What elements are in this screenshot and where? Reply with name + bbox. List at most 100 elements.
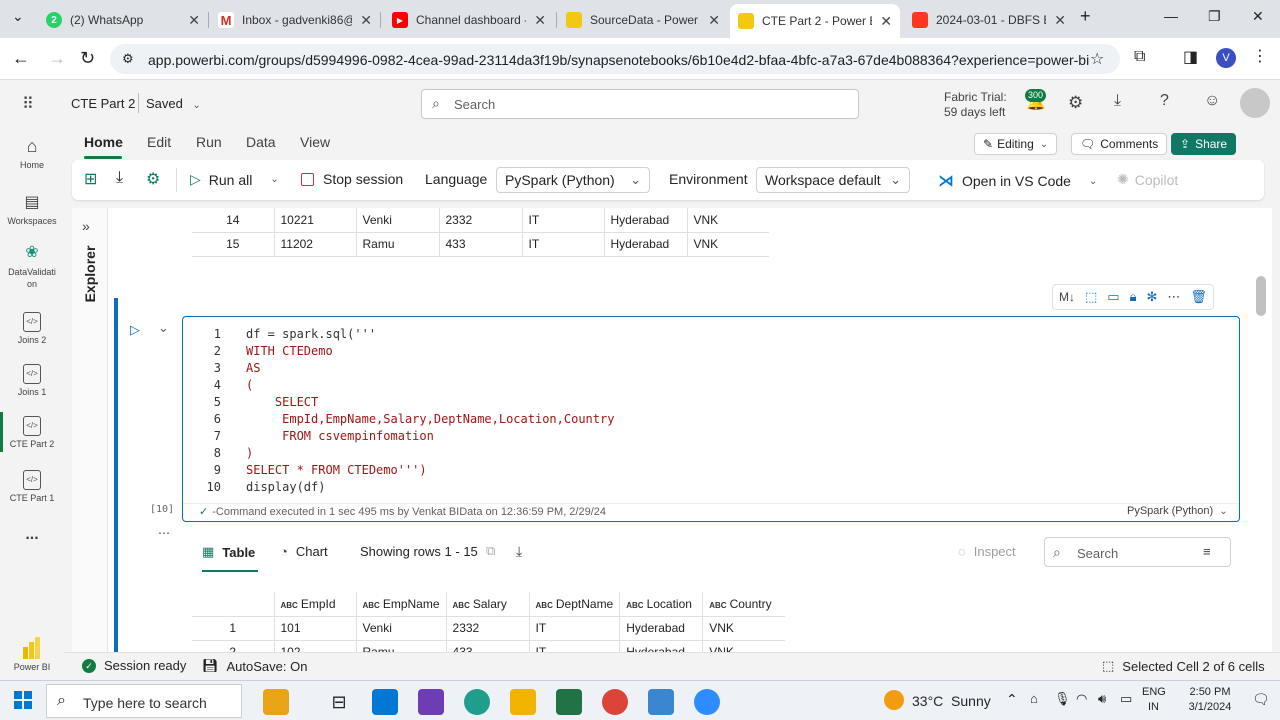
briefcase-icon[interactable] [263, 689, 289, 715]
window-close-icon[interactable]: ✕ [1252, 8, 1264, 25]
column-header-salary[interactable]: ABC Salary [445, 592, 530, 617]
browser-tab-dbfs[interactable]: 2024-03-01 - DBFS E ✕ [904, 6, 1074, 34]
rail-item-home[interactable]: ⌂ Home [0, 136, 64, 171]
cell-chevron-down-icon[interactable]: ⌄ [158, 320, 169, 336]
rail-item-joins-1[interactable]: </> Joins 1 [0, 364, 64, 397]
stop-session-button[interactable]: Stop session [301, 171, 403, 187]
windows-start-icon[interactable] [14, 691, 32, 712]
code-line-9[interactable]: 9 SELECT * FROM CTEDemo''') [183, 463, 427, 480]
editing-mode-dropdown[interactable]: ✎ Editing ⌄ [974, 133, 1058, 155]
rail-item-joins-2[interactable]: </> Joins 2 [0, 312, 64, 345]
download-icon[interactable]: ⤓ [516, 543, 522, 560]
edge-icon[interactable] [464, 689, 490, 715]
freeze-icon[interactable]: ✻ [1147, 289, 1158, 305]
profile-avatar[interactable]: V [1216, 48, 1236, 68]
tray-chevron-up-icon[interactable]: ⌃ [1006, 691, 1018, 708]
filter-icon[interactable]: ≡ [1203, 544, 1211, 559]
feedback-icon[interactable]: ☺ [1204, 92, 1220, 110]
close-icon[interactable]: ✕ [188, 12, 200, 29]
autosave-status[interactable]: 💾︎ AutoSave: On [202, 658, 307, 674]
rail-item-datavalidation[interactable]: ❀ DataValidati on [0, 242, 64, 290]
output-search-input[interactable]: ⌕ Search ≡ [1044, 537, 1231, 567]
code-cell[interactable]: 1 df = spark.sql(''' 2 WITH CTEDemo 3 AS 4(… [182, 316, 1240, 522]
browser-tab-sourcedata[interactable]: SourceData - Power B ✕ [558, 6, 728, 34]
download-icon[interactable]: ⤓ [116, 169, 123, 187]
task-view-icon[interactable]: ⊟ [326, 689, 352, 715]
close-icon[interactable]: ✕ [534, 12, 546, 29]
global-search-input[interactable]: ⌕ Search [421, 89, 859, 119]
comment-icon[interactable]: ▭ [1107, 289, 1119, 305]
clock-date[interactable]: 3/1/2024 [1180, 701, 1240, 713]
back-icon[interactable]: ← [12, 48, 30, 69]
tray-wifi-icon[interactable]: ◠ [1076, 691, 1087, 707]
settings-gear-icon[interactable]: ⚙ [146, 169, 160, 189]
excel-icon[interactable] [556, 689, 582, 715]
column-header-empid[interactable]: ABC EmpId [273, 592, 356, 617]
maximize-icon[interactable]: ❐ [1208, 8, 1221, 25]
weather-text[interactable]: 33°C Sunny [912, 693, 991, 709]
reload-icon[interactable]: ↻ [80, 48, 95, 69]
code-line-3[interactable]: 3 AS [183, 361, 261, 378]
open-vscode-button[interactable]: ⋊ Open in VS Code ⌄ [938, 171, 1097, 191]
collapse-icon[interactable]: ⬚ [1085, 289, 1097, 305]
rail-item-cte-part-1[interactable]: </> CTE Part 1 [0, 470, 64, 503]
column-header-deptname[interactable]: ABC DeptName [528, 592, 620, 617]
vertical-scrollbar[interactable] [1256, 276, 1266, 316]
tab-data[interactable]: Data [246, 134, 276, 150]
chrome-icon[interactable] [602, 689, 628, 715]
code-line-2[interactable]: 2 WITH CTEDemo [183, 344, 333, 361]
run-all-button[interactable]: ▷ Run all ⌄ [190, 171, 279, 188]
browser-tab-cte-part-2[interactable]: CTE Part 2 - Power BI ✕ [730, 4, 900, 38]
column-header-location[interactable]: ABC Location [619, 592, 703, 617]
settings-gear-icon[interactable]: ⚙ [1068, 93, 1083, 113]
notebook-name[interactable]: CTE Part 2 [71, 96, 135, 111]
input-language-1[interactable]: ENG [1142, 686, 1166, 698]
tray-battery-icon[interactable]: ▭ [1120, 691, 1132, 707]
zoom-icon[interactable] [694, 689, 720, 715]
side-panel-icon[interactable]: ◨ [1183, 47, 1198, 67]
output-tab-chart[interactable]: ◔ Chart [280, 544, 328, 559]
tab-edit[interactable]: Edit [147, 134, 171, 150]
delete-icon[interactable]: 🗑︎ [1190, 289, 1207, 305]
browser-menu-icon[interactable]: ⋮ [1252, 46, 1268, 66]
new-tab-icon[interactable]: + [1080, 6, 1091, 27]
site-info-icon[interactable]: ⚙ [122, 51, 134, 67]
rail-more-button[interactable]: ... [0, 526, 64, 544]
extensions-icon[interactable]: ⧉ [1134, 48, 1145, 66]
clock-time[interactable]: 2:50 PM [1180, 686, 1240, 698]
saved-status[interactable]: Saved ⌄ [146, 96, 201, 111]
code-line-7[interactable]: 7 FROM csvempinfomation [183, 429, 434, 446]
vscode-taskbar-icon[interactable] [418, 689, 444, 715]
photos-icon[interactable] [648, 689, 674, 715]
run-cell-icon[interactable]: ▷ [130, 322, 140, 338]
weather-sun-icon[interactable] [884, 690, 904, 710]
tab-run[interactable]: Run [196, 134, 222, 150]
language-dropdown[interactable]: PySpark (Python) ⌄ [496, 167, 650, 193]
notebook-settings-icon[interactable]: ⊞ [84, 169, 97, 189]
copy-icon[interactable]: ⧉ [486, 543, 495, 559]
output-tab-table[interactable]: ▦ Table [202, 544, 255, 560]
notification-center-icon[interactable]: 🗨 [1252, 691, 1270, 708]
close-icon[interactable]: ✕ [360, 12, 372, 29]
help-icon[interactable]: ? [1160, 92, 1169, 110]
file-explorer-icon[interactable] [510, 689, 536, 715]
download-icon[interactable]: ⤓ [1114, 92, 1121, 110]
url-field[interactable]: ⚙ app.powerbi.com/groups/d5994996-0982-4… [110, 44, 1120, 74]
rail-item-workspaces[interactable]: ▤ Workspaces [0, 192, 64, 226]
code-line-8[interactable]: 8) [183, 446, 253, 463]
close-icon[interactable]: ✕ [1054, 12, 1066, 29]
cell-language-dropdown[interactable]: PySpark (Python) ⌄ [1127, 505, 1228, 517]
column-header-empname[interactable]: ABC EmpName [355, 592, 447, 617]
expand-chevron-icon[interactable]: » [82, 218, 90, 234]
tray-mic-icon[interactable]: 🎙︎ [1054, 691, 1071, 707]
bookmark-star-icon[interactable]: ☆ [1090, 49, 1104, 69]
tray-volume-icon[interactable]: 🔊︎ [1098, 691, 1106, 707]
browser-tab-gmail[interactable]: M Inbox - gadvenki86@ ✕ [210, 6, 380, 34]
session-status[interactable]: ✓ Session ready [82, 658, 186, 673]
inspect-button[interactable]: ◌ Inspect [958, 544, 1016, 559]
code-line-6[interactable]: 6 EmpId,EmpName,Salary,DeptName,Location… [183, 412, 615, 429]
tab-search-icon[interactable]: ⌄ [12, 8, 24, 25]
code-line-5[interactable]: 5 SELECT [183, 395, 318, 412]
lock-icon[interactable]: 🔒︎ [1130, 289, 1137, 305]
rail-item-powerbi[interactable]: Power BI [0, 637, 64, 672]
